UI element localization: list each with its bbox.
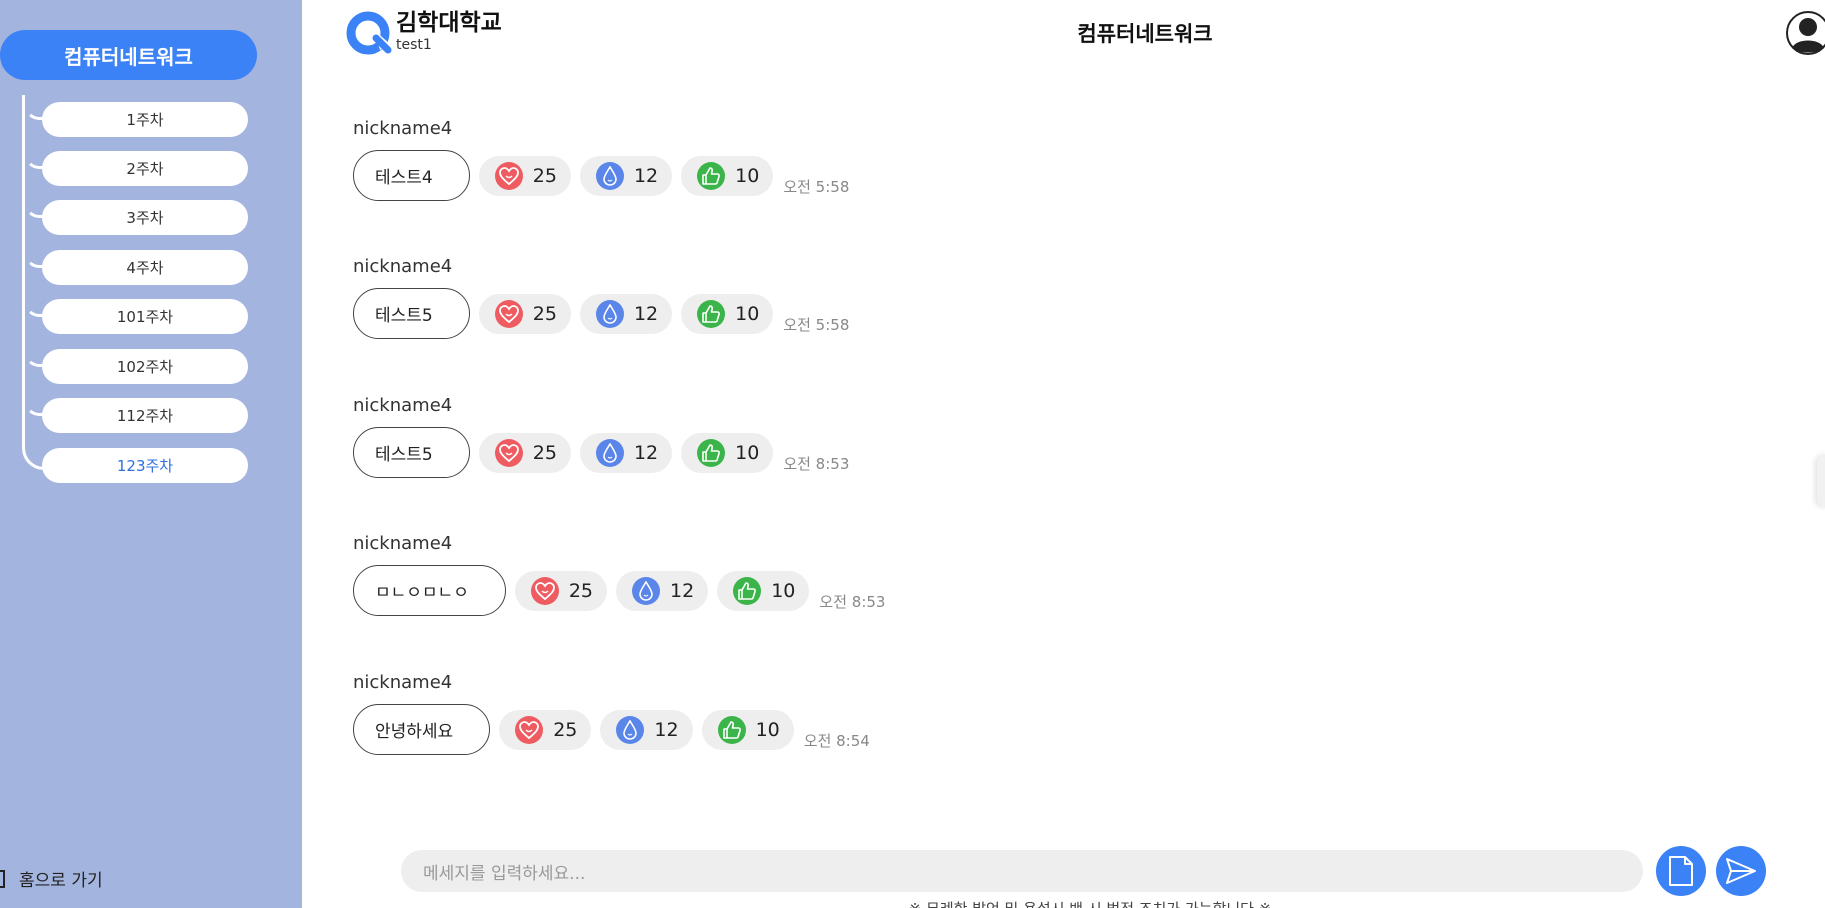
heart-icon [515,715,544,744]
user-avatar-icon[interactable] [1786,10,1825,56]
sidebar-week-123[interactable]: 123주차 [42,448,248,483]
message-bubble: 테스트5 [353,427,470,478]
message: nickname4 테스트4 25 12 10 오전 5:58 [353,118,849,201]
heart-count: 25 [532,164,557,187]
like-count: 10 [735,441,760,464]
message: nickname4 테스트5 25 12 10 오전 8:53 [353,395,849,478]
thumbs-up-icon [717,715,746,744]
thumbs-up-icon [697,299,726,328]
message-time: 오전 5:58 [783,316,850,334]
heart-icon [494,299,523,328]
reaction-drop[interactable]: 12 [579,293,673,334]
brand-name: 김학대학교 [396,10,502,36]
message: nickname4 테스트5 25 12 10 오전 5:58 [353,256,849,339]
sidebar-week-112[interactable]: 112주차 [42,398,248,433]
reaction-heart[interactable]: 25 [478,293,571,334]
sidebar-week-3[interactable]: 3주차 [42,200,248,235]
like-count: 10 [771,579,796,602]
reaction-drop[interactable]: 12 [616,570,709,611]
sidebar-week-101[interactable]: 101주차 [42,299,248,334]
reaction-drop[interactable]: 12 [579,155,673,196]
reaction-like[interactable]: 10 [681,432,774,473]
drop-icon [595,438,624,467]
drop-count: 12 [633,302,659,325]
heart-icon [494,161,523,190]
user-id: test1 [396,37,432,53]
sidebar-week-102[interactable]: 102주차 [42,349,248,384]
reaction-drop[interactable]: 12 [600,709,693,750]
sidebar-week-4[interactable]: 4주차 [42,250,248,285]
drop-count: 12 [633,441,659,464]
like-count: 10 [735,302,760,325]
message-time: 오전 5:58 [783,178,850,196]
sidebar: 컴퓨터네트워크 1주차 2주차 3주차 4주차 101주차 102주차 112주… [0,0,302,908]
send-button[interactable] [1716,846,1766,896]
message-bubble: 테스트5 [353,288,470,339]
reaction-heart[interactable]: 25 [514,570,608,611]
like-count: 10 [755,718,780,741]
message-bubble: 테스트4 [353,150,470,201]
like-count: 10 [735,164,760,187]
message-time: 오전 8:53 [783,455,850,473]
message: nickname4 안녕하세요 25 12 10 오전 8:54 [353,672,870,755]
reaction-like[interactable]: 10 [717,570,810,611]
message-time: 오전 8:53 [819,593,886,611]
drop-icon [595,299,624,328]
send-icon [1726,858,1756,884]
message-bubble: ㅁㄴㅇㅁㄴㅇ [353,565,506,616]
reaction-like[interactable]: 10 [681,293,774,334]
drop-icon [595,161,624,190]
drop-icon [616,715,645,744]
page-title: 컴퓨터네트워크 [1077,22,1213,46]
home-link[interactable]: 홈으로 가기 [0,866,103,891]
message: nickname4 ㅁㄴㅇㅁㄴㅇ 25 12 10 오전 8:53 [353,533,885,616]
course-button[interactable]: 컴퓨터네트워크 [0,30,257,80]
message-nickname: nickname4 [353,672,453,693]
message-nickname: nickname4 [353,533,453,554]
drop-count: 12 [670,579,695,602]
message-time: 오전 8:54 [803,732,870,750]
exit-icon [0,869,5,888]
message-nickname: nickname4 [353,395,453,416]
heart-count: 25 [532,441,557,464]
reaction-heart[interactable]: 25 [478,155,571,196]
thumbs-up-icon [697,438,726,467]
footer-notice: ※ 무례한 발언 및 욕설시 밴 시 법적 조치가 가능합니다 ※ [900,898,1280,908]
sidebar-week-2[interactable]: 2주차 [42,151,248,186]
reaction-heart[interactable]: 25 [499,709,592,750]
logo-icon [346,11,392,55]
heart-count: 25 [532,302,557,325]
sidebar-week-1[interactable]: 1주차 [42,102,248,137]
reaction-drop[interactable]: 12 [579,432,673,473]
message-input[interactable]: 메세지를 입력하세요... [401,850,1643,892]
heart-icon [530,576,559,605]
drop-count: 12 [654,718,679,741]
thumbs-up-icon [697,161,726,190]
reaction-like[interactable]: 10 [681,155,774,196]
scroll-edge [1817,455,1825,507]
drop-count: 12 [633,164,659,187]
drop-icon [632,576,661,605]
message-nickname: nickname4 [353,118,453,139]
message-nickname: nickname4 [353,256,453,277]
heart-icon [494,438,523,467]
message-bubble: 안녕하세요 [353,704,491,755]
thumbs-up-icon [733,576,762,605]
logo[interactable]: 김학대학교 test1 [346,10,502,56]
reaction-heart[interactable]: 25 [478,432,571,473]
heart-count: 25 [553,718,578,741]
attach-file-button[interactable] [1656,846,1706,896]
reaction-like[interactable]: 10 [701,709,794,750]
file-icon [1669,856,1693,886]
home-label: 홈으로 가기 [19,871,103,891]
heart-count: 25 [568,579,594,602]
